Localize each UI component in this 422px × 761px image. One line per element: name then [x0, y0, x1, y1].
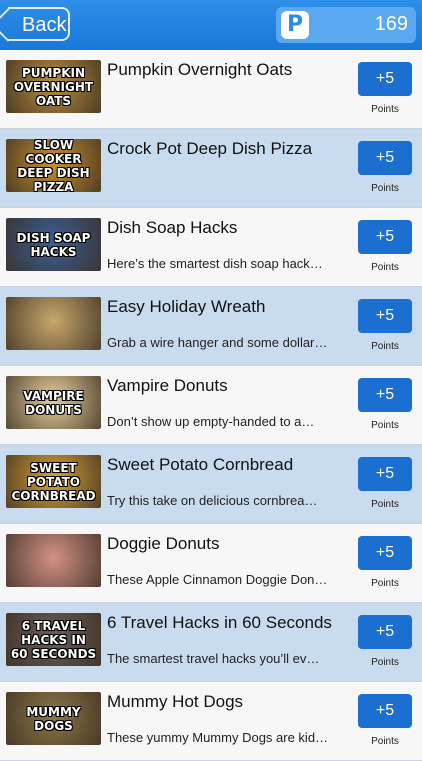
- list-item[interactable]: PUMPKIN OVERNIGHT OATS Pumpkin Overnight O…: [0, 50, 422, 129]
- list-item[interactable]: SWEET POTATO CORNBREAD Sweet Potato Cornb…: [0, 445, 422, 524]
- item-description: Here’s the smartest dish soap hack…: [107, 256, 323, 271]
- points-caption: Points: [371, 104, 399, 115]
- points-caption: Points: [371, 420, 399, 431]
- earn-points-button[interactable]: +5: [358, 457, 412, 491]
- video-list: PUMPKIN OVERNIGHT OATS Pumpkin Overnight O…: [0, 50, 422, 761]
- thumbnail-caption: PUMPKIN OVERNIGHT OATS: [13, 65, 94, 108]
- video-thumbnail: PUMPKIN OVERNIGHT OATS: [6, 60, 101, 113]
- points-caption: Points: [371, 578, 399, 589]
- thumbnail-caption: SWEET POTATO CORNBREAD: [11, 460, 96, 503]
- list-item[interactable]: 6 TRAVEL HACKS IN 60 SECONDS 6 Travel Hack…: [0, 603, 422, 682]
- item-title: Dish Soap Hacks: [107, 218, 238, 237]
- item-title: Crock Pot Deep Dish Pizza: [107, 139, 313, 158]
- points-caption: Points: [371, 657, 399, 668]
- earn-points-button[interactable]: +5: [358, 536, 412, 570]
- item-description: The smartest travel hacks you’ll ev…: [107, 651, 320, 666]
- earn-points-button[interactable]: +5: [358, 220, 412, 254]
- back-label: Back: [22, 14, 67, 36]
- points-caption: Points: [371, 183, 399, 194]
- list-item[interactable]: Easy Holiday Wreath Grab a wire hanger a…: [0, 287, 422, 366]
- item-title: Doggie Donuts: [107, 534, 220, 553]
- points-balance[interactable]: P 169: [276, 7, 416, 43]
- item-description: These Apple Cinnamon Doggie Don…: [107, 572, 328, 587]
- video-thumbnail: SLOW COOKER DEEP DISH PIZZA: [6, 139, 101, 192]
- thumbnail-caption: 6 TRAVEL HACKS IN 60 SECONDS: [10, 618, 97, 661]
- earn-points-button[interactable]: +5: [358, 615, 412, 649]
- earn-points-button[interactable]: +5: [358, 141, 412, 175]
- video-thumbnail: MUMMY DOGS: [6, 692, 101, 745]
- item-description: These yummy Mummy Dogs are kid…: [107, 730, 329, 745]
- item-title: Mummy Hot Dogs: [107, 692, 244, 711]
- thumbnail-caption: MUMMY DOGS: [26, 704, 81, 733]
- points-total: 169: [374, 13, 408, 35]
- video-thumbnail: DISH SOAP HACKS: [6, 218, 101, 271]
- thumbnail-caption: DISH SOAP HACKS: [16, 230, 91, 259]
- item-title: Vampire Donuts: [107, 376, 228, 395]
- points-caption: Points: [371, 341, 399, 352]
- list-item[interactable]: DISH SOAP HACKS Dish Soap Hacks Here’s th…: [0, 208, 422, 287]
- earn-points-button[interactable]: +5: [358, 62, 412, 96]
- list-item[interactable]: Doggie Donuts These Apple Cinnamon Doggi…: [0, 524, 422, 603]
- video-thumbnail: SWEET POTATO CORNBREAD: [6, 455, 101, 508]
- points-caption: Points: [371, 499, 399, 510]
- points-icon: P: [281, 11, 309, 39]
- item-description: Grab a wire hanger and some dollar…: [107, 335, 328, 350]
- points-caption: Points: [371, 262, 399, 273]
- thumbnail-caption: VAMPIRE DONUTS: [23, 388, 84, 417]
- earn-points-button[interactable]: +5: [358, 378, 412, 412]
- video-thumbnail: [6, 297, 101, 350]
- video-thumbnail: [6, 534, 101, 587]
- earn-points-button[interactable]: +5: [358, 299, 412, 333]
- item-title: 6 Travel Hacks in 60 Seconds: [107, 613, 332, 632]
- list-item[interactable]: MUMMY DOGS Mummy Hot Dogs These yummy Mu…: [0, 682, 422, 761]
- video-thumbnail: VAMPIRE DONUTS: [6, 376, 101, 429]
- points-caption: Points: [371, 736, 399, 747]
- item-title: Sweet Potato Cornbread: [107, 455, 294, 474]
- video-thumbnail: 6 TRAVEL HACKS IN 60 SECONDS: [6, 613, 101, 666]
- nav-bar: Back P 169: [0, 0, 422, 50]
- item-description: Don’t show up empty-handed to a…: [107, 414, 315, 429]
- thumbnail-caption: SLOW COOKER DEEP DISH PIZZA: [17, 139, 90, 192]
- item-title: Pumpkin Overnight Oats: [107, 60, 293, 79]
- list-item[interactable]: VAMPIRE DONUTS Vampire Donuts Don’t show …: [0, 366, 422, 445]
- item-description: Try this take on delicious cornbrea…: [107, 493, 318, 508]
- item-title: Easy Holiday Wreath: [107, 297, 266, 316]
- back-button[interactable]: Back: [8, 7, 70, 41]
- list-item[interactable]: SLOW COOKER DEEP DISH PIZZA Crock Pot Deep…: [0, 129, 422, 208]
- earn-points-button[interactable]: +5: [358, 694, 412, 728]
